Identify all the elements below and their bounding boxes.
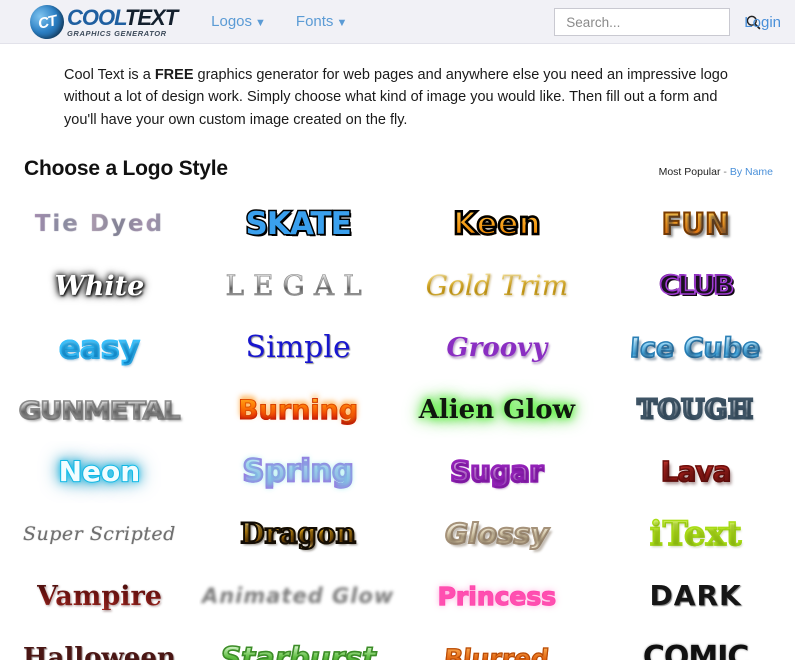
logo-style-tile[interactable]: Lava	[596, 441, 795, 503]
logo-style-label: Burning	[238, 394, 359, 426]
logo-style-label: Sugar	[449, 455, 545, 489]
logo-style-tile[interactable]: Neon	[0, 441, 199, 503]
logo-style-tile[interactable]: Sugar	[398, 441, 597, 503]
brand-title-cool: COOL	[67, 5, 126, 31]
logo-style-label: Neon	[58, 455, 142, 489]
logo-style-label: Alien Glow	[418, 395, 575, 426]
logo-style-tile[interactable]: Glossy	[398, 503, 597, 565]
logo-style-tile[interactable]: Groovy	[398, 317, 597, 379]
logo-style-tile[interactable]: Vampire	[0, 565, 199, 627]
logo-style-label: DARK	[649, 579, 742, 613]
logo-style-tile[interactable]: Princess	[398, 565, 597, 627]
logo-style-tile[interactable]: White	[0, 255, 199, 317]
header-actions: Login	[554, 0, 781, 44]
main-nav: Logos ▼ Fonts ▼	[211, 13, 347, 30]
logo-style-tile[interactable]: Super Scripted	[0, 503, 199, 565]
logo-style-tile[interactable]: Burning	[199, 379, 398, 441]
nav-item-fonts[interactable]: Fonts ▼	[296, 13, 347, 30]
logo-style-tile[interactable]: Halloween	[0, 627, 199, 660]
logo-style-label: Halloween	[22, 643, 176, 660]
logo-style-tile[interactable]: CLUB	[596, 255, 795, 317]
logo-style-tile[interactable]: Blurred	[398, 627, 597, 660]
logo-style-label: Blurred	[442, 643, 551, 660]
logo-style-tile[interactable]: DARK	[596, 565, 795, 627]
logo-style-tile[interactable]: Animated Glow	[199, 565, 398, 627]
brand-title-text: TEXT	[124, 5, 178, 31]
logo-style-label: Keen	[452, 205, 542, 242]
logo-style-tile[interactable]: iText	[596, 503, 795, 565]
intro-paragraph: Cool Text is a FREE graphics generator f…	[64, 64, 735, 131]
logo-style-label: TOUGH	[636, 395, 754, 426]
logo-style-label: Lava	[660, 455, 732, 489]
logo-style-tile[interactable]: FUN	[596, 193, 795, 255]
logo-style-tile[interactable]: Tie Dyed	[0, 193, 199, 255]
logo-style-label: Groovy	[446, 333, 548, 364]
logo-style-label: GUNMETAL	[18, 395, 182, 425]
brand-logo[interactable]: CT COOLTEXT GRAPHICS GENERATOR	[26, 1, 178, 42]
logo-style-label: Animated Glow	[201, 583, 395, 608]
brand-title: COOLTEXT	[67, 5, 178, 31]
logo-style-tile[interactable]: COMIC	[596, 627, 795, 660]
logo-style-label: CLUB	[658, 271, 735, 302]
search-input[interactable]	[564, 13, 746, 31]
logo-style-label: Vampire	[36, 580, 162, 612]
logo-style-tile[interactable]: Dragon	[199, 503, 398, 565]
brand-tagline: GRAPHICS GENERATOR	[67, 29, 167, 39]
intro-text-part1: Cool Text is a	[64, 67, 155, 83]
search-box[interactable]	[554, 8, 761, 36]
sort-controls: Most Popular - By Name	[659, 166, 773, 181]
logo-style-label: Ice Cube	[629, 332, 763, 365]
cooltext-logo-icon: CT	[26, 1, 68, 42]
logo-style-label: easy	[58, 329, 141, 366]
logo-style-tile[interactable]: Starburst	[199, 627, 398, 660]
logo-style-tile[interactable]: Simple	[199, 317, 398, 379]
page-title: Choose a Logo Style	[24, 157, 228, 181]
brand-wordmark: COOLTEXT GRAPHICS GENERATOR	[67, 5, 178, 39]
logo-style-label: Glossy	[444, 517, 549, 551]
logo-style-label: iText	[649, 514, 742, 555]
nav-item-logos-label: Logos	[211, 13, 253, 30]
logo-style-label: Starburst	[220, 643, 377, 660]
sort-most-popular[interactable]: Most Popular	[659, 166, 721, 178]
logo-style-tile[interactable]: Ice Cube	[596, 317, 795, 379]
logo-style-tile[interactable]: GUNMETAL	[0, 379, 199, 441]
logo-style-tile[interactable]: Spring	[199, 441, 398, 503]
logo-style-label: Spring	[241, 454, 354, 490]
nav-item-logos[interactable]: Logos ▼	[211, 13, 266, 30]
section-header: Choose a Logo Style Most Popular - By Na…	[24, 157, 773, 181]
sort-by-name[interactable]: By Name	[730, 166, 773, 178]
logo-style-label: Dragon	[239, 517, 357, 551]
logo-style-label: White	[54, 270, 145, 302]
intro-text-free: FREE	[154, 67, 194, 83]
logo-style-tile[interactable]: Alien Glow	[398, 379, 597, 441]
logo-style-tile[interactable]: LEGAL	[199, 255, 398, 317]
logo-style-label: Tie Dyed	[34, 210, 165, 237]
nav-item-fonts-label: Fonts	[295, 13, 334, 30]
logo-style-label: Simple	[245, 330, 351, 366]
logo-style-label: COMIC	[641, 640, 751, 660]
logo-style-tile[interactable]: easy	[0, 317, 199, 379]
chevron-down-icon: ▼	[255, 17, 266, 29]
site-header: CT COOLTEXT GRAPHICS GENERATOR Logos ▼ Fo…	[0, 0, 795, 44]
login-link[interactable]: Login	[744, 14, 781, 31]
logo-style-grid: Tie Dyed SKATE Keen FUN White LEGAL Gold Trim C…	[0, 193, 795, 660]
logo-style-label: Princess	[437, 581, 557, 611]
logo-style-tile[interactable]: TOUGH	[596, 379, 795, 441]
logo-style-tile[interactable]: SKATE	[199, 193, 398, 255]
logo-style-label: SKATE	[244, 205, 353, 242]
logo-style-tile[interactable]: Keen	[398, 193, 597, 255]
logo-style-tile[interactable]: Gold Trim	[398, 255, 597, 317]
logo-style-label: Super Scripted	[22, 522, 176, 545]
logo-style-label: Gold Trim	[425, 269, 569, 303]
sort-separator: -	[723, 166, 727, 179]
logo-style-label: FUN	[661, 206, 731, 241]
logo-style-label: LEGAL	[225, 269, 371, 303]
chevron-down-icon: ▼	[336, 17, 348, 29]
